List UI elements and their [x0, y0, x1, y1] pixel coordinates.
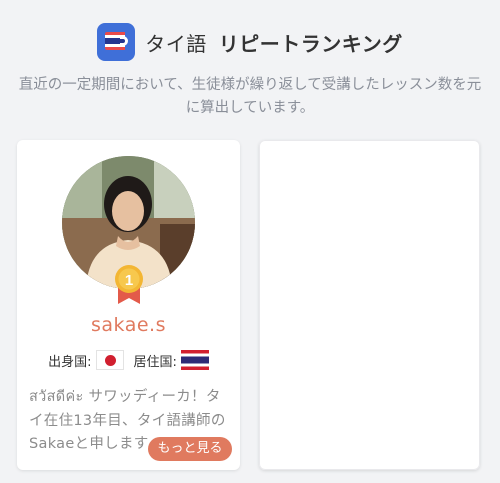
page-header: タイ語 リピートランキング — [0, 22, 500, 62]
residence-label: 居住国: — [133, 354, 177, 370]
teacher-card-placeholder — [259, 140, 480, 470]
teacher-name[interactable]: sakae.s — [17, 314, 240, 336]
country-info: 出身国: 居住国: — [17, 350, 240, 370]
page-title: タイ語 リピートランキング — [145, 28, 402, 57]
ranking-title: リピートランキング — [218, 31, 403, 56]
see-more-button[interactable]: もっと見る — [148, 437, 232, 461]
thailand-flag-icon — [180, 350, 209, 370]
origin-label: 出身国: — [48, 354, 92, 370]
rank-medal-icon: 1 — [115, 265, 143, 304]
language-label: タイ語 — [145, 31, 207, 56]
ranking-description: 直近の一定期間において、生徒様が繰り返して受講したレッスン数を元に算出しています… — [18, 77, 482, 116]
japan-flag-icon — [95, 350, 124, 370]
teacher-card[interactable]: 1 sakae.s 出身国: 居住国: สวัสดีค่ะ サワッディーカ！タイ… — [17, 140, 240, 470]
thai-flag-app-icon — [97, 23, 136, 61]
rank-number: 1 — [125, 272, 133, 289]
